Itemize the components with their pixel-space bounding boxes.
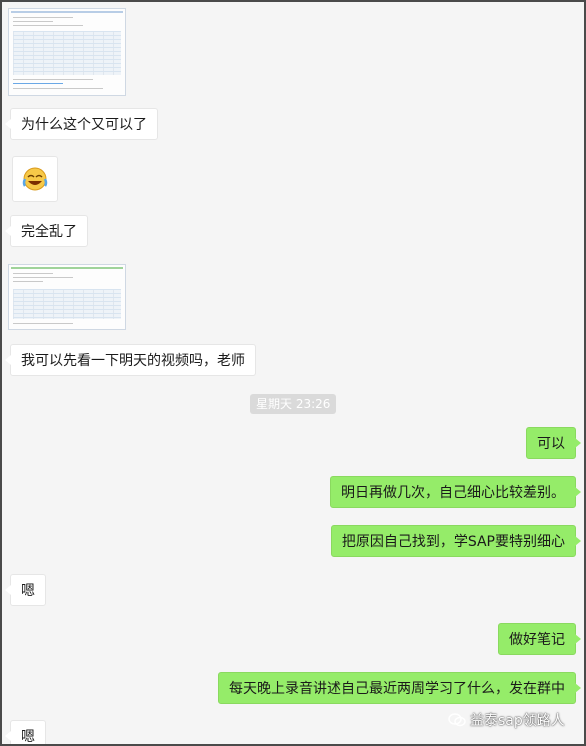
- message-text: 把原因自己找到，学SAP要特别细心: [341, 534, 565, 550]
- message-bubble[interactable]: 嗯: [5, 720, 46, 745]
- laughing-crying-face-icon: [22, 167, 48, 191]
- message-bubble[interactable]: 为什么这个又可以了: [5, 108, 158, 140]
- watermark-text: 益泰sap领路人: [470, 713, 565, 729]
- image-message-thumbnail[interactable]: [8, 264, 126, 330]
- message-bubble[interactable]: 我可以先看一下明天的视频吗，老师: [5, 344, 256, 376]
- message-bubble[interactable]: 把原因自己找到，学SAP要特别细心: [330, 525, 582, 557]
- message-text: 我可以先看一下明天的视频吗，老师: [21, 353, 245, 369]
- emoji-message[interactable]: [12, 156, 58, 202]
- message-bubble[interactable]: 明日再做几次，自己细心比较差别。: [330, 476, 581, 508]
- image-message-thumbnail[interactable]: [8, 8, 126, 96]
- message-bubble[interactable]: 嗯: [5, 574, 46, 606]
- message-text: 完全乱了: [21, 224, 77, 240]
- message-bubble[interactable]: 可以: [526, 427, 581, 459]
- message-text: 可以: [537, 436, 565, 452]
- message-text: 明日再做几次，自己细心比较差别。: [341, 485, 565, 501]
- message-text: 做好笔记: [509, 632, 565, 648]
- wechat-icon: [448, 713, 466, 727]
- watermark: 益泰sap领路人: [448, 710, 565, 730]
- message-bubble[interactable]: 完全乱了: [5, 215, 88, 247]
- message-text: 嗯: [21, 583, 35, 599]
- message-bubble[interactable]: 每天晚上录音讲述自己最近两周学习了什么，发在群中: [218, 672, 581, 704]
- message-text: 为什么这个又可以了: [21, 117, 147, 133]
- timestamp: 星期天 23:26: [250, 394, 337, 414]
- message-text: 每天晚上录音讲述自己最近两周学习了什么，发在群中: [229, 681, 565, 697]
- message-bubble[interactable]: 做好笔记: [498, 623, 581, 655]
- chat-window: 为什么这个又可以了 完全乱了 我可以先看一下明天的视频吗，老师 星期天 23:2…: [0, 0, 586, 746]
- message-text: 嗯: [21, 729, 35, 745]
